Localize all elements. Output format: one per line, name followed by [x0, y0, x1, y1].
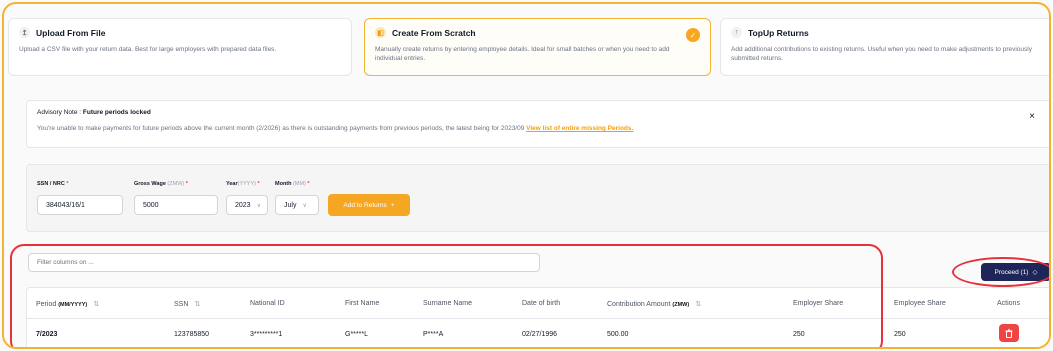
entry-form: SSN / NRC * 384043/16/1 Gross Wage (ZMW)… [26, 164, 1049, 232]
delete-row-button[interactable] [999, 324, 1019, 342]
card-title: Create From Scratch [392, 27, 476, 38]
gross-wage-label: Gross Wage (ZMW) * [134, 181, 188, 187]
advisory-message: You're unable to make payments for futur… [37, 125, 1045, 132]
add-to-returns-button[interactable]: Add to Returns + [328, 194, 410, 216]
chevron-down-icon: ∨ [256, 202, 261, 209]
topup-returns-card[interactable]: ↑ TopUp Returns Add additional contributi… [720, 18, 1049, 76]
chevron-down-icon: ∨ [302, 202, 307, 209]
arrow-up-icon: ↑ [731, 27, 742, 38]
gross-wage-input[interactable]: 5000 [134, 195, 218, 215]
check-icon: ✓ [686, 28, 700, 42]
trash-icon [1005, 328, 1013, 338]
month-label: Month (MM) * [275, 181, 310, 187]
table-highlight-annotation [10, 244, 883, 347]
month-select[interactable]: July ∨ [275, 195, 319, 215]
header-actions: Actions [997, 300, 1020, 307]
header-employee-share: Employee Share [894, 300, 946, 307]
year-select[interactable]: 2023 ∨ [226, 195, 268, 215]
card-title: Upload From File [36, 27, 106, 38]
proceed-highlight-annotation [952, 257, 1049, 287]
plus-icon: + [390, 201, 395, 209]
ssn-input[interactable]: 384043/16/1 [37, 195, 123, 215]
close-icon[interactable]: × [1029, 111, 1035, 122]
card-description: Add additional contributions to existing… [731, 46, 1032, 62]
document-icon: ◧ [375, 27, 386, 38]
advisory-label: Advisory Note : [37, 109, 83, 116]
card-description: Upload a CSV file with your return data.… [19, 46, 277, 53]
card-description: Manually create returns by entering empl… [375, 46, 670, 62]
main-panel: ↥ Upload From File Upload a CSV file with… [2, 2, 1051, 349]
upload-from-file-card[interactable]: ↥ Upload From File Upload a CSV file with… [8, 18, 352, 76]
ssn-label: SSN / NRC * [37, 181, 69, 187]
advisory-text: You're unable to make payments for futur… [37, 125, 527, 132]
advisory-header: Advisory Note : Future periods locked [37, 109, 1045, 116]
create-from-scratch-card[interactable]: ◧ Create From Scratch Manually create ret… [364, 18, 711, 76]
year-label: Year(YYYY) * [226, 181, 260, 187]
upload-icon: ↥ [19, 27, 30, 38]
advisory-note: Advisory Note : Future periods locked Yo… [26, 100, 1049, 148]
cell-employee-share: 250 [894, 331, 906, 338]
missing-periods-link[interactable]: View list of entire missing Periods. [526, 125, 633, 132]
advisory-title: Future periods locked [82, 109, 151, 116]
card-title: TopUp Returns [748, 27, 809, 38]
